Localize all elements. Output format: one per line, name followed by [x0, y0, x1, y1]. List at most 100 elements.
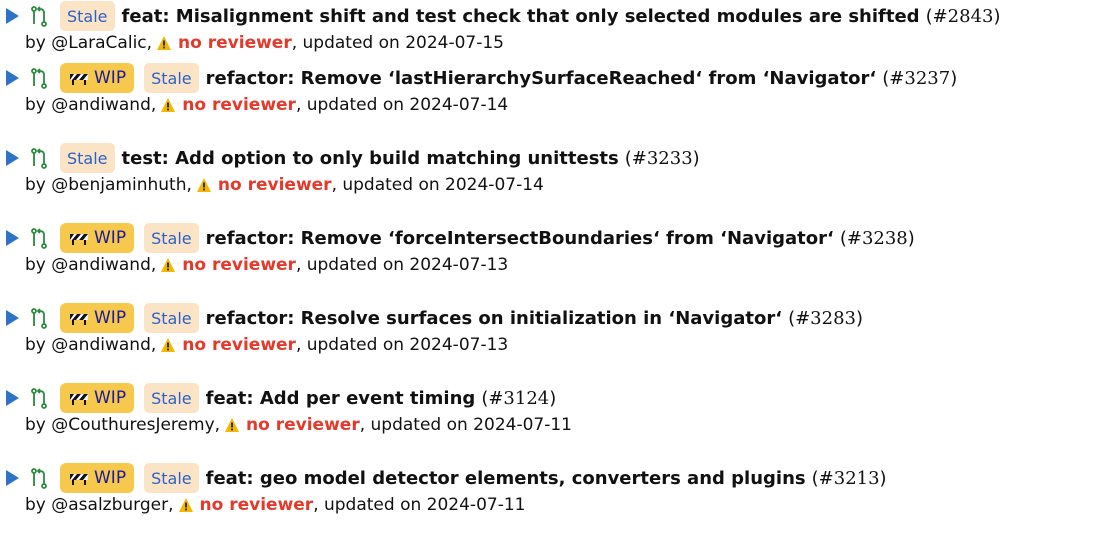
warning-icon — [160, 97, 176, 119]
expand-triangle-icon[interactable] — [6, 150, 19, 166]
wip-text: WIP — [94, 308, 127, 328]
pr-number[interactable]: (#3213) — [812, 468, 887, 489]
warning-icon — [160, 337, 176, 359]
expand-triangle-icon[interactable] — [6, 310, 19, 326]
expand-triangle-icon[interactable] — [6, 230, 19, 246]
author-link[interactable]: @CouthuresJeremy, — [51, 415, 220, 435]
pr-meta: by @andiwand, no reviewer, updated on 202… — [0, 334, 1106, 359]
by-text: by — [25, 175, 46, 195]
updated-text: , updated on 2024-07-13 — [295, 255, 509, 275]
stale-label[interactable]: Stale — [144, 303, 199, 333]
stale-label[interactable]: Stale — [60, 143, 115, 173]
pr-meta: by @LaraCalic, no reviewer, updated on 20… — [0, 32, 1106, 57]
pr-title-link[interactable]: refactor: Resolve surfaces on initializa… — [206, 308, 782, 329]
by-text: by — [25, 335, 46, 355]
pr-meta: by @andiwand, no reviewer, updated on 202… — [0, 254, 1106, 279]
expand-triangle-icon[interactable] — [6, 8, 19, 24]
pr-item: WIP Stale feat: geo model detector eleme… — [0, 462, 1106, 542]
author-link[interactable]: @asalzburger, — [51, 495, 173, 515]
stale-label[interactable]: Stale — [144, 383, 199, 413]
pr-number-value[interactable]: #3237 — [889, 68, 950, 89]
no-reviewer-text: no reviewer — [246, 415, 360, 435]
updated-text: , updated on 2024-07-14 — [295, 95, 509, 115]
pr-title-link[interactable]: refactor: Remove ‘forceIntersectBoundari… — [206, 228, 834, 249]
wip-label[interactable]: WIP — [60, 63, 135, 93]
construction-icon — [68, 230, 90, 246]
wip-label[interactable]: WIP — [60, 463, 135, 493]
pr-item: Stale test: Add option to only build mat… — [0, 142, 1106, 222]
stale-label[interactable]: Stale — [144, 223, 199, 253]
pr-number[interactable]: (#3237) — [882, 68, 957, 89]
stale-label[interactable]: Stale — [60, 1, 115, 31]
author-link[interactable]: @andiwand, — [51, 335, 156, 355]
pr-header: WIP Stale refactor: Remove ‘forceInterse… — [0, 222, 1106, 254]
expand-triangle-icon[interactable] — [6, 70, 19, 86]
pr-header: WIP Stale feat: geo model detector eleme… — [0, 462, 1106, 494]
pr-header: WIP Stale refactor: Remove ‘lastHierarch… — [0, 62, 1106, 94]
expand-triangle-icon[interactable] — [6, 390, 19, 406]
pr-number[interactable]: (#3124) — [481, 388, 556, 409]
pr-number[interactable]: (#3238) — [840, 228, 915, 249]
pr-item: Stale feat: Misalignment shift and test … — [0, 0, 1106, 62]
stale-label[interactable]: Stale — [144, 463, 199, 493]
warning-icon — [224, 417, 240, 439]
pull-request-icon — [30, 467, 48, 489]
pr-meta: by @asalzburger, no reviewer, updated on … — [0, 494, 1106, 519]
author-link[interactable]: @andiwand, — [51, 255, 156, 275]
wip-text: WIP — [94, 468, 127, 488]
pr-item: WIP Stale refactor: Remove ‘forceInterse… — [0, 222, 1106, 302]
pr-number[interactable]: (#3283) — [788, 308, 863, 329]
wip-label[interactable]: WIP — [60, 223, 135, 253]
pull-request-icon — [30, 67, 48, 89]
pr-header: Stale feat: Misalignment shift and test … — [0, 0, 1106, 32]
construction-icon — [68, 70, 90, 86]
wip-label[interactable]: WIP — [60, 383, 135, 413]
warning-icon — [160, 257, 176, 279]
pr-item: WIP Stale feat: Add per event timing (#3… — [0, 382, 1106, 462]
pr-title-link[interactable]: feat: Misalignment shift and test check … — [122, 6, 920, 27]
warning-icon — [196, 177, 212, 199]
wip-text: WIP — [94, 68, 127, 88]
author-link[interactable]: @andiwand, — [51, 95, 156, 115]
pr-number-value[interactable]: #3233 — [632, 148, 693, 169]
pr-header: Stale test: Add option to only build mat… — [0, 142, 1106, 174]
pr-number-value[interactable]: #3238 — [847, 228, 908, 249]
by-text: by — [25, 33, 46, 53]
pull-request-icon — [30, 147, 48, 169]
wip-text: WIP — [94, 388, 127, 408]
no-reviewer-text: no reviewer — [182, 255, 296, 275]
pr-meta: by @andiwand, no reviewer, updated on 202… — [0, 94, 1106, 119]
pr-number-value[interactable]: #3213 — [819, 468, 880, 489]
by-text: by — [25, 255, 46, 275]
pr-header: WIP Stale refactor: Resolve surfaces on … — [0, 302, 1106, 334]
pr-item: WIP Stale refactor: Resolve surfaces on … — [0, 302, 1106, 382]
by-text: by — [25, 495, 46, 515]
pull-request-icon — [30, 387, 48, 409]
pr-meta: by @benjaminhuth, no reviewer, updated on… — [0, 174, 1106, 199]
wip-label[interactable]: WIP — [60, 303, 135, 333]
updated-text: , updated on 2024-07-13 — [295, 335, 509, 355]
pr-title-link[interactable]: feat: Add per event timing — [206, 388, 476, 409]
expand-triangle-icon[interactable] — [6, 470, 19, 486]
pull-request-icon — [30, 5, 48, 27]
pull-request-icon — [30, 307, 48, 329]
pr-number-value[interactable]: #3124 — [488, 388, 549, 409]
pull-request-icon — [30, 227, 48, 249]
pr-number-value[interactable]: #3283 — [795, 308, 856, 329]
pr-header: WIP Stale feat: Add per event timing (#3… — [0, 382, 1106, 414]
author-link[interactable]: @benjaminhuth, — [51, 175, 192, 195]
updated-text: , updated on 2024-07-11 — [313, 495, 526, 515]
construction-icon — [68, 470, 90, 486]
pr-number[interactable]: (#3233) — [625, 148, 700, 169]
no-reviewer-text: no reviewer — [217, 175, 332, 195]
pr-number[interactable]: (#2843) — [926, 6, 1001, 27]
pr-item: WIP Stale refactor: Remove ‘lastHierarch… — [0, 62, 1106, 142]
construction-icon — [68, 310, 90, 326]
pr-number-value[interactable]: #2843 — [933, 6, 994, 27]
author-link[interactable]: @LaraCalic, — [51, 33, 152, 53]
pr-list: Stale feat: Misalignment shift and test … — [0, 0, 1106, 542]
pr-title-link[interactable]: refactor: Remove ‘lastHierarchySurfaceRe… — [206, 68, 877, 89]
stale-label[interactable]: Stale — [144, 63, 199, 93]
pr-title-link[interactable]: feat: geo model detector elements, conve… — [206, 468, 806, 489]
pr-title-link[interactable]: test: Add option to only build matching … — [122, 148, 619, 169]
